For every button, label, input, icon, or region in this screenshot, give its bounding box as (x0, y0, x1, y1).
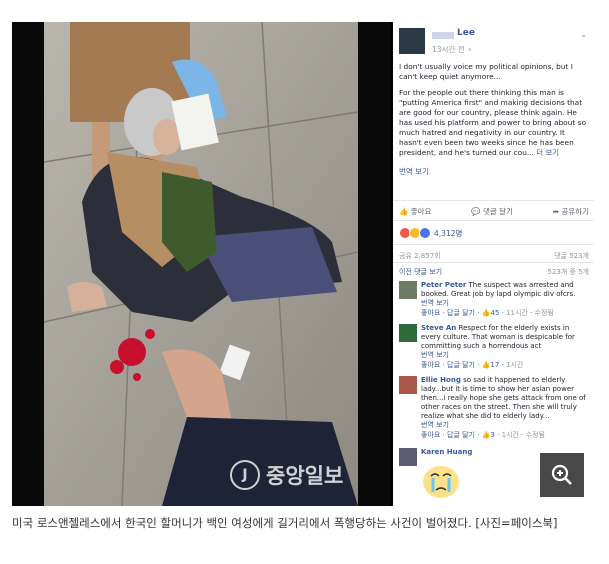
previous-comments-link[interactable]: 이전 댓글 보기 (399, 267, 442, 277)
comment-count[interactable]: 댓글 523개 (554, 251, 589, 261)
share-button[interactable]: ➦ 공유하기 (553, 206, 589, 217)
comment-button[interactable]: 💬 댓글 달기 (471, 206, 513, 217)
share-count[interactable]: 공유 2,857회 (399, 251, 441, 261)
commenter-avatar[interactable] (399, 448, 417, 466)
crying-face-sticker-icon (423, 466, 459, 498)
comment-label: 댓글 달기 (482, 207, 513, 216)
author-name[interactable]: Lee (457, 28, 475, 38)
reaction-count: 4,312명 (434, 228, 463, 238)
post-paragraph-2-text: For the people out there thinking this m… (399, 88, 586, 157)
joongang-logo-icon: J (230, 460, 260, 490)
like-button[interactable]: 👍 좋아요 (399, 206, 431, 217)
like-label: 좋아요 (410, 207, 432, 216)
comment-meta: 좋아요 · 답글 달기 · 👍17 · 1시간 (421, 361, 524, 369)
comment-like-count: 17 (490, 361, 500, 369)
translate-link[interactable]: 번역 보기 (399, 166, 429, 177)
comment-edited: 수정됨 (534, 309, 554, 317)
commenter-avatar[interactable] (399, 281, 417, 299)
author-name-redacted (432, 32, 454, 39)
street-scene-illustration (12, 22, 390, 506)
comment-like-link[interactable]: 좋아요 (421, 431, 440, 439)
commenter-avatar[interactable] (399, 376, 417, 394)
comment-body: Peter Peter The suspect was arrested and… (421, 281, 589, 318)
commenter-name[interactable]: Steve An (421, 324, 456, 332)
comment-reply-link[interactable]: 답글 달기 (447, 361, 475, 369)
globe-icon: ⚬ (467, 46, 473, 54)
comment-meta: 좋아요 · 답글 달기 · 👍45 · 11시간 · 수정됨 (421, 309, 554, 317)
post-header: Lee 13시간 전 ⚬ ⌄ (399, 26, 589, 58)
photo-caption: 미국 로스앤젤레스에서 한국인 할머니가 백인 여성에게 길거리에서 폭행당하는… (12, 516, 558, 530)
post-photo[interactable]: J 중앙일보 (12, 22, 390, 506)
post-body: I don't usually voice my political opini… (399, 62, 589, 164)
post-paragraph-2: For the people out there thinking this m… (399, 88, 589, 158)
reaction-summary[interactable]: 4,312명 (399, 227, 462, 239)
comment-reply-link[interactable]: 답글 달기 (447, 431, 475, 439)
divider (393, 244, 594, 245)
comment-translate-link[interactable]: 번역 보기 (421, 351, 589, 360)
comment-like-count: 3 (490, 431, 495, 439)
comment-time[interactable]: 1시간 (506, 361, 523, 369)
watermark-text: 중앙일보 (266, 464, 344, 488)
divider (393, 200, 594, 201)
post-actions: 👍 좋아요 💬 댓글 달기 ➦ 공유하기 (399, 206, 589, 217)
commenter-avatar[interactable] (399, 324, 417, 342)
comment-translate-link[interactable]: 번역 보기 (421, 421, 589, 430)
facebook-post-panel: Lee 13시간 전 ⚬ ⌄ I don't usually voice my … (393, 22, 594, 506)
comment-like-count: 45 (490, 309, 500, 317)
comments-shown-count: 523개 중 5개 (547, 268, 589, 276)
comment-meta: 좋아요 · 답글 달기 · 👍3 · 1시간 · 수정됨 (421, 431, 545, 439)
commenter-name[interactable]: Karen Huang (421, 448, 472, 456)
joongang-watermark: J 중앙일보 (230, 460, 343, 490)
post-time[interactable]: 13시간 전 ⚬ (432, 44, 473, 55)
zoom-in-button[interactable] (540, 453, 584, 497)
share-arrow-icon: ➦ (552, 207, 559, 216)
thumbs-up-icon: 👍 (399, 207, 409, 216)
like-reaction-icon (419, 227, 431, 239)
divider (393, 220, 594, 221)
post-stats: 공유 2,857회 댓글 523개 (399, 251, 589, 261)
comment-reply-link[interactable]: 답글 달기 (447, 309, 475, 317)
post-time-text: 13시간 전 (432, 45, 465, 54)
speech-bubble-icon: 💬 (471, 207, 481, 216)
comment-edited: 수정됨 (525, 431, 545, 439)
comment-body: Ellie Hong so sad it happened to elderly… (421, 376, 589, 440)
comment-like-link[interactable]: 좋아요 (421, 309, 440, 317)
comment-like-link[interactable]: 좋아요 (421, 361, 440, 369)
chevron-down-icon[interactable]: ⌄ (580, 30, 587, 39)
zoom-in-icon (551, 464, 572, 485)
author-avatar[interactable] (399, 28, 425, 54)
comment-translate-link[interactable]: 번역 보기 (421, 299, 589, 308)
comment-body: Steve An Respect for the elderly exists … (421, 324, 589, 370)
share-label: 공유하기 (561, 207, 589, 216)
commenter-name[interactable]: Ellie Hong (421, 376, 461, 384)
comment-time[interactable]: 1시간 (502, 431, 519, 439)
post-paragraph-1: I don't usually voice my political opini… (399, 62, 573, 81)
comments-header: 이전 댓글 보기 523개 중 5개 (399, 267, 589, 277)
divider (393, 262, 594, 263)
comment-time[interactable]: 11시간 (506, 309, 528, 317)
see-more-link[interactable]: 더 보기 (536, 148, 559, 157)
commenter-name[interactable]: Peter Peter (421, 281, 466, 289)
